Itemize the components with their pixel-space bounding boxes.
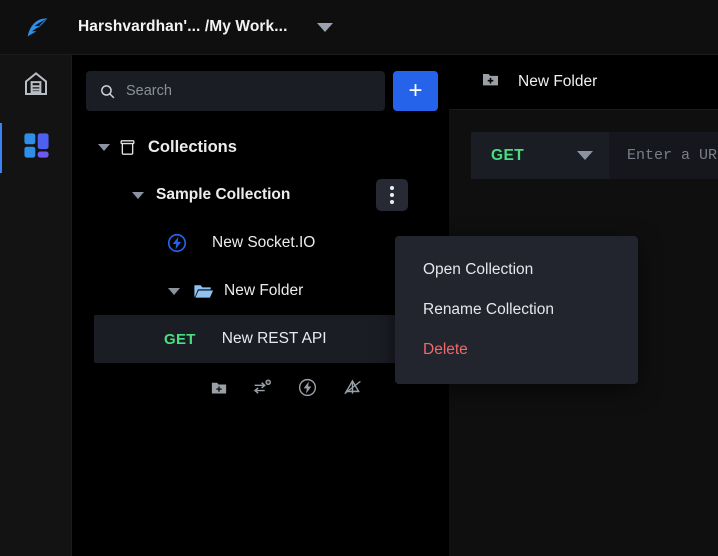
tree-label-new-folder: New Folder [224,282,304,299]
method-select[interactable]: GET [471,132,609,179]
search-box[interactable] [86,71,385,111]
tree-node-sample-collection[interactable]: Sample Collection [72,171,448,219]
chevron-down-icon[interactable] [94,143,114,151]
request-method-badge: GET [164,330,196,348]
tree-node-collections[interactable]: Collections [72,123,448,171]
folder-open-icon [190,280,216,303]
url-field[interactable] [609,132,718,179]
workspace-title: Harshvardhan'... /My Work... [78,18,288,35]
sidebar-item-collections[interactable] [0,117,72,179]
folder-plus-icon[interactable] [210,379,228,397]
archive-box-icon [114,138,140,157]
chevron-down-icon [577,151,593,160]
workspace-chevron-down-icon[interactable] [317,22,334,32]
sidebar-item-home[interactable] [0,55,72,117]
menu-item-open-collection[interactable]: Open Collection [395,250,638,290]
graphql-icon[interactable] [342,377,363,398]
tree-label-new-rest-api: New REST API [221,330,327,347]
collection-actions-toolbar [72,377,448,398]
tree-label-collections: Collections [148,137,237,156]
folder-plus-icon[interactable] [481,70,500,94]
collections-tree: Collections Sample Collection New Socket… [72,123,448,398]
lightning-circle-icon [164,232,190,254]
request-url-row: GET [449,110,718,179]
tree-node-new-folder[interactable]: New Folder [72,267,448,315]
search-input[interactable] [118,83,375,99]
activity-bar [0,55,72,556]
chevron-down-icon[interactable] [128,191,148,199]
grid-apps-icon [22,131,51,165]
search-row: + [72,55,448,111]
hoppscotch-bird-logo [16,12,58,42]
home-icon [21,69,51,104]
chevron-down-icon[interactable] [164,287,184,295]
search-icon [96,83,118,100]
tree-node-new-socketio[interactable]: New Socket.IO [72,219,448,267]
tab-bar: New Folder [449,55,718,110]
collection-kebab-menu-icon[interactable] [376,179,408,211]
menu-item-rename-collection[interactable]: Rename Collection [395,290,638,330]
tree-label-sample-collection: Sample Collection [156,186,291,203]
collections-panel: + Collections Sample Collection [72,55,448,556]
add-new-button[interactable]: + [393,71,438,111]
tree-label-new-socketio: New Socket.IO [212,234,316,251]
app-window: Harshvardhan'... /My Work... Search + Co… [0,0,718,556]
url-input[interactable] [627,147,718,164]
method-value: GET [491,146,525,164]
tab-new-folder[interactable]: New Folder [518,73,597,91]
collection-context-menu: Open Collection Rename Collection Delete [395,236,638,384]
menu-item-delete[interactable]: Delete [395,330,638,370]
lightning-circle-icon[interactable] [297,377,318,398]
app-header: Harshvardhan'... /My Work... [0,0,718,55]
new-request-icon[interactable] [252,377,273,398]
